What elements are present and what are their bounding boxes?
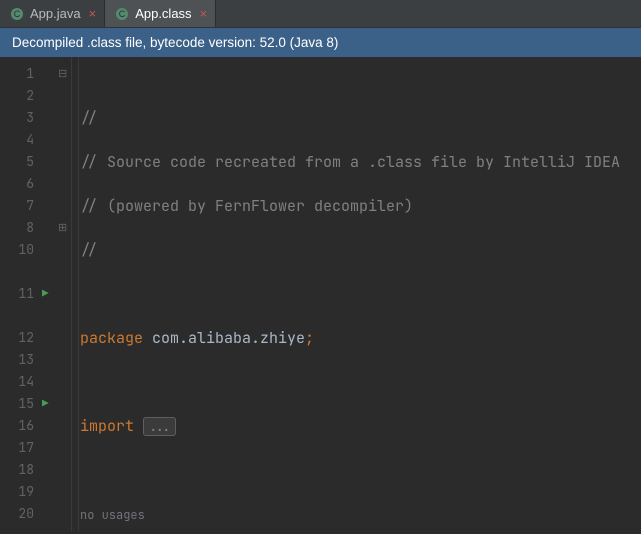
tab-app-class[interactable]: C App.class × bbox=[105, 0, 216, 27]
fold-gutter: ⊟ ⊞ bbox=[58, 57, 72, 531]
line-number: 12 bbox=[0, 327, 34, 349]
code-line bbox=[80, 283, 641, 305]
code-area[interactable]: // // Source code recreated from a .clas… bbox=[72, 57, 641, 531]
fold-toggle-icon[interactable]: ⊞ bbox=[58, 217, 71, 239]
tab-label: App.java bbox=[30, 6, 81, 21]
code-line: // bbox=[80, 107, 641, 129]
inlay-hint: no usages bbox=[80, 503, 641, 525]
line-number: 17 bbox=[0, 437, 34, 459]
indent-guide bbox=[78, 57, 79, 531]
run-gutter-icon[interactable]: ▶ bbox=[42, 393, 58, 415]
line-number: 7 bbox=[0, 195, 34, 217]
line-number: 10 bbox=[0, 239, 34, 261]
code-line: import ... bbox=[80, 415, 641, 437]
line-number: 4 bbox=[0, 129, 34, 151]
code-line bbox=[80, 371, 641, 393]
line-number: 13 bbox=[0, 349, 34, 371]
line-number: 3 bbox=[0, 107, 34, 129]
svg-text:C: C bbox=[119, 9, 126, 19]
java-class-icon: C bbox=[10, 7, 24, 21]
decompiled-banner: Decompiled .class file, bytecode version… bbox=[0, 28, 641, 57]
folded-region[interactable]: ... bbox=[143, 417, 176, 436]
line-number-gutter: 1 2 3 4 5 6 7 8 10 11 12 13 14 15 16 17 … bbox=[0, 57, 42, 531]
close-icon[interactable]: × bbox=[200, 6, 208, 21]
line-number: 6 bbox=[0, 173, 34, 195]
line-number: 8 bbox=[0, 217, 34, 239]
code-line: // Source code recreated from a .class f… bbox=[80, 151, 641, 173]
code-line: package com.alibaba.zhiye; bbox=[80, 327, 641, 349]
tab-label: App.class bbox=[135, 6, 191, 21]
line-number: 1 bbox=[0, 63, 34, 85]
line-number: 16 bbox=[0, 415, 34, 437]
run-marker-gutter: ▶ ▶ bbox=[42, 57, 58, 531]
banner-text: Decompiled .class file, bytecode version… bbox=[12, 35, 338, 50]
close-icon[interactable]: × bbox=[89, 6, 97, 21]
svg-text:C: C bbox=[14, 9, 21, 19]
line-hint bbox=[0, 261, 34, 283]
run-gutter-icon[interactable]: ▶ bbox=[42, 283, 58, 305]
code-line bbox=[80, 459, 641, 481]
tab-bar: C App.java × C App.class × bbox=[0, 0, 641, 28]
line-number: 14 bbox=[0, 371, 34, 393]
line-number: 15 bbox=[0, 393, 34, 415]
tab-app-java[interactable]: C App.java × bbox=[0, 0, 105, 27]
editor[interactable]: 1 2 3 4 5 6 7 8 10 11 12 13 14 15 16 17 … bbox=[0, 57, 641, 531]
code-line: // bbox=[80, 239, 641, 261]
line-hint bbox=[0, 305, 34, 327]
java-class-icon: C bbox=[115, 7, 129, 21]
line-number: 5 bbox=[0, 151, 34, 173]
line-number: 2 bbox=[0, 85, 34, 107]
line-number: 11 bbox=[0, 283, 34, 305]
line-number: 18 bbox=[0, 459, 34, 481]
line-number: 19 bbox=[0, 481, 34, 503]
line-number: 20 bbox=[0, 503, 34, 525]
code-line: // (powered by FernFlower decompiler) bbox=[80, 195, 641, 217]
fold-toggle-icon[interactable]: ⊟ bbox=[58, 63, 71, 85]
